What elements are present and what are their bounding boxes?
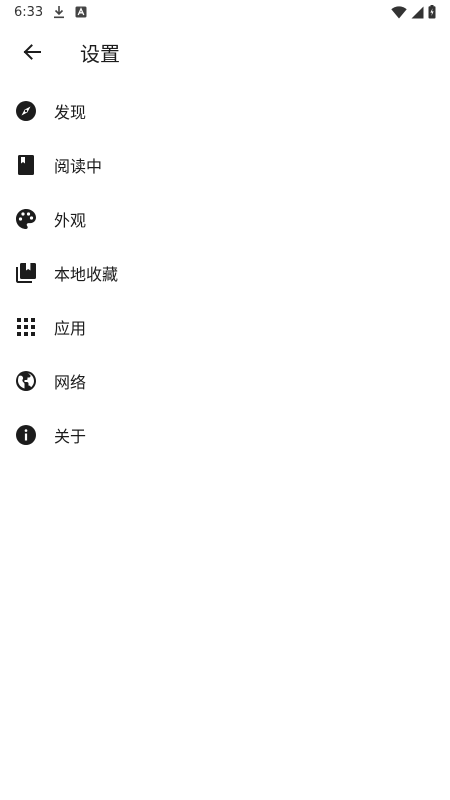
apps-grid-icon <box>15 316 37 338</box>
settings-item-label: 发现 <box>54 103 87 122</box>
book-icon <box>15 154 37 176</box>
settings-item-label: 本地收藏 <box>54 265 119 284</box>
settings-item-label: 网络 <box>54 373 87 392</box>
settings-list: 发现 阅读中 外观 本地收藏 应用 网络 关于 <box>0 84 450 462</box>
settings-item-label: 外观 <box>54 211 87 230</box>
status-bar-left: 6:33 <box>14 5 87 20</box>
app-bar: 设置 <box>0 24 450 80</box>
settings-item-appearance[interactable]: 外观 <box>0 192 450 246</box>
settings-item-app[interactable]: 应用 <box>0 300 450 354</box>
settings-item-label: 阅读中 <box>54 157 103 176</box>
download-icon <box>53 5 65 19</box>
status-bar-right <box>391 5 436 19</box>
settings-item-about[interactable]: 关于 <box>0 408 450 462</box>
wifi-icon <box>391 5 407 19</box>
status-time: 6:33 <box>14 4 44 20</box>
a-notification-icon <box>75 6 87 18</box>
page-title: 设置 <box>80 41 120 66</box>
battery-charging-icon <box>428 5 436 19</box>
settings-item-reading[interactable]: 阅读中 <box>0 138 450 192</box>
status-bar: 6:33 <box>0 0 450 24</box>
info-icon <box>15 424 37 446</box>
settings-item-label: 关于 <box>54 427 87 446</box>
signal-icon <box>411 6 424 19</box>
settings-item-label: 应用 <box>54 319 87 338</box>
settings-item-local-favorites[interactable]: 本地收藏 <box>0 246 450 300</box>
back-button[interactable] <box>16 36 48 68</box>
compass-icon <box>15 100 37 122</box>
settings-item-network[interactable]: 网络 <box>0 354 450 408</box>
collections-bookmark-icon <box>15 262 37 284</box>
settings-item-discover[interactable]: 发现 <box>0 84 450 138</box>
palette-icon <box>15 208 37 230</box>
settings-screen: 6:33 设置 发现 阅读中 外观 本地收藏 应用 网络 关于 <box>0 0 450 800</box>
globe-icon <box>15 370 37 392</box>
arrow-back-icon <box>22 42 42 62</box>
